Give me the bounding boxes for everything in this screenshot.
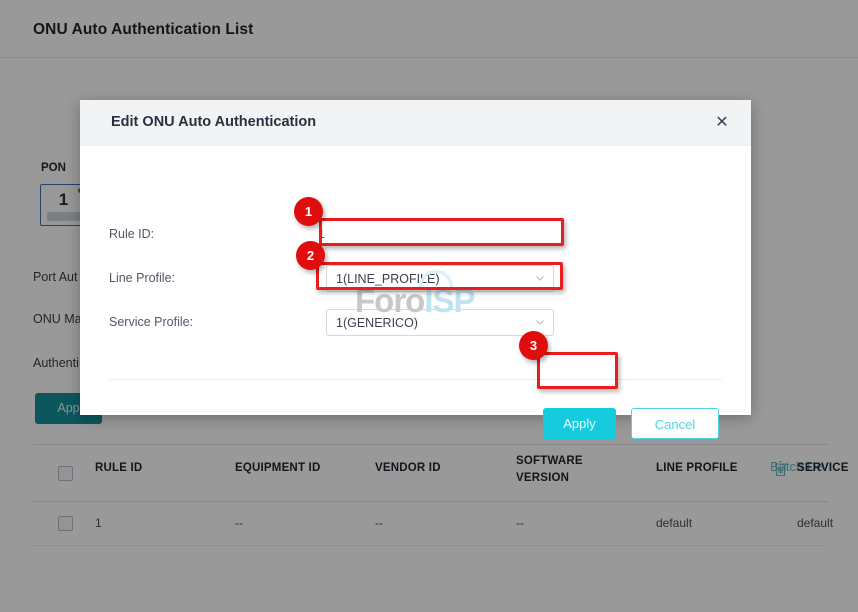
chevron-down-icon — [536, 320, 544, 325]
annotation-highlight-service-profile — [316, 262, 563, 290]
annotation-badge-2: 2 — [296, 241, 325, 270]
service-profile-value: 1(GENERICO) — [336, 316, 418, 330]
annotation-highlight-apply — [537, 352, 618, 389]
annotation-badge-1: 1 — [294, 197, 323, 226]
dialog-divider — [109, 379, 722, 380]
edit-onu-auto-authentication-dialog: Edit ONU Auto Authentication ✕ Rule ID: … — [80, 100, 751, 439]
label-line-profile: Line Profile: — [109, 271, 176, 285]
label-service-profile: Service Profile: — [109, 315, 194, 329]
dialog-header: Edit ONU Auto Authentication ✕ — [80, 100, 751, 146]
label-rule-id: Rule ID: — [109, 227, 155, 241]
dialog-title: Edit ONU Auto Authentication — [111, 114, 317, 130]
app-root: ONU Auto Authentication List PON 1 Port … — [0, 0, 858, 612]
apply-button[interactable]: Apply — [543, 408, 616, 439]
close-icon[interactable]: ✕ — [712, 113, 732, 133]
service-profile-select[interactable]: 1(GENERICO) — [326, 309, 554, 336]
cancel-button[interactable]: Cancel — [631, 408, 719, 439]
annotation-highlight-line-profile — [319, 218, 564, 246]
annotation-badge-3: 3 — [519, 331, 548, 360]
